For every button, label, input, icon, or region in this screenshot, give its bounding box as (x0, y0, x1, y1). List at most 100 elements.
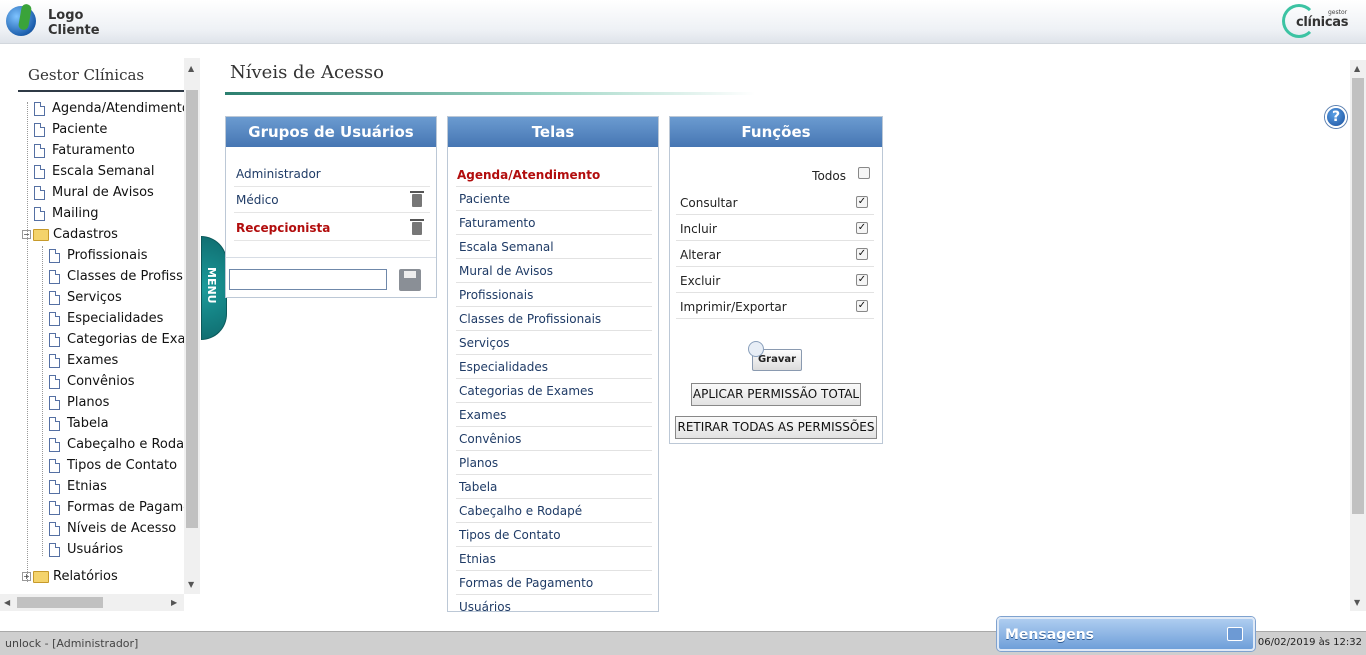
sidebar-item[interactable]: Serviços (49, 287, 122, 308)
function-row: Alterar ✓ (676, 241, 874, 267)
screen-row[interactable]: Profissionais (456, 283, 652, 307)
logo-line-2: Cliente (48, 23, 100, 38)
sidebar-item[interactable]: Convênios (49, 371, 135, 392)
screen-row[interactable]: Mural de Avisos (456, 259, 652, 283)
sidebar-item-label: Tabela (67, 416, 109, 431)
group-row[interactable]: Recepcionista (234, 217, 430, 241)
page-title: Níveis de Acesso (230, 62, 384, 83)
sidebar-item[interactable]: Profissionais (49, 245, 148, 266)
screens-header: Telas (448, 117, 658, 147)
function-checkbox[interactable]: ✓ (856, 248, 868, 260)
save-disk-icon[interactable] (399, 269, 421, 291)
screen-row[interactable]: Escala Semanal (456, 235, 652, 259)
sidebar-item-label: Tipos de Contato (67, 458, 178, 473)
sidebar-item[interactable]: − Cadastros (22, 224, 118, 245)
sidebar-item[interactable]: Especialidades (49, 308, 163, 329)
messages-widget[interactable]: Mensagens (997, 617, 1255, 651)
sidebar-item[interactable]: Faturamento (34, 140, 135, 161)
divider (226, 257, 436, 258)
sidebar-item-label: Agenda/Atendimento (52, 101, 184, 116)
document-icon (34, 185, 45, 200)
trash-icon[interactable] (410, 191, 424, 207)
document-icon (49, 416, 60, 431)
screen-row[interactable]: Tipos de Contato (456, 523, 652, 547)
screen-row[interactable]: Cabeçalho e Rodapé (456, 499, 652, 523)
screen-row[interactable]: Planos (456, 451, 652, 475)
sidebar-item[interactable]: Paciente (34, 119, 107, 140)
document-icon (49, 395, 60, 410)
screen-row[interactable]: Categorias de Exames (456, 379, 652, 403)
trash-icon[interactable] (410, 219, 424, 235)
sidebar-horizontal-scroll-thumb[interactable] (17, 597, 103, 608)
document-icon (34, 143, 45, 158)
sidebar-item-label: Paciente (52, 122, 108, 137)
screen-row[interactable]: Tabela (456, 475, 652, 499)
sidebar-item[interactable]: Exames (49, 350, 118, 371)
screen-row[interactable]: Convênios (456, 427, 652, 451)
apply-full-permission-button[interactable]: APLICAR PERMISSÃO TOTAL (691, 383, 861, 406)
document-icon (49, 269, 60, 284)
sidebar-item[interactable]: Tipos de Contato (49, 455, 177, 476)
restore-window-icon[interactable] (1227, 627, 1243, 641)
sidebar-item[interactable]: Agenda/Atendimento (34, 98, 184, 119)
sidebar-vertical-scroll-thumb[interactable] (186, 90, 198, 528)
document-icon (49, 311, 60, 326)
remove-all-permissions-button[interactable]: RETIRAR TODAS AS PERMISSÕES (675, 416, 877, 439)
sidebar-item[interactable]: + Relatórios (22, 566, 118, 587)
function-checkbox[interactable]: ✓ (856, 274, 868, 286)
main-vertical-scroll-thumb[interactable] (1352, 78, 1364, 514)
screen-row[interactable]: Etnias (456, 547, 652, 571)
sidebar-item[interactable]: Planos (49, 392, 109, 413)
document-icon (34, 164, 45, 179)
screen-row[interactable]: Especialidades (456, 355, 652, 379)
sidebar: Gestor Clínicas Agenda/Atendimento Pacien… (0, 58, 200, 611)
screen-row[interactable]: Agenda/Atendimento (456, 163, 652, 187)
sidebar-item[interactable]: Tabela (49, 413, 109, 434)
screen-row[interactable]: Exames (456, 403, 652, 427)
sidebar-item[interactable]: Usuários (49, 539, 123, 560)
sidebar-item[interactable]: Mural de Avisos (34, 182, 154, 203)
function-checkbox[interactable]: ✓ (856, 196, 868, 208)
screen-row[interactable]: Usuários (456, 595, 652, 611)
scroll-right-icon[interactable]: ▶ (171, 598, 177, 608)
new-group-input[interactable] (229, 269, 387, 290)
title-underline (225, 92, 755, 95)
screen-row[interactable]: Classes de Profissionais (456, 307, 652, 331)
help-icon[interactable]: ? (1325, 106, 1347, 128)
sidebar-item[interactable]: Cabeçalho e Rodap (49, 434, 184, 455)
scroll-down-icon[interactable]: ▼ (188, 580, 194, 590)
sidebar-item[interactable]: Classes de Profissio (49, 266, 184, 287)
sidebar-item-label: Classes de Profissio (67, 269, 184, 284)
sidebar-item[interactable]: Etnias (49, 476, 107, 497)
group-row[interactable]: Administrador (234, 163, 430, 187)
menu-toggle-tab[interactable]: MENU (201, 236, 227, 340)
screen-row[interactable]: Faturamento (456, 211, 652, 235)
group-label: Administrador (236, 167, 321, 181)
function-checkbox[interactable]: ✓ (856, 222, 868, 234)
sidebar-item[interactable]: Categorias de Exam (49, 329, 184, 350)
scroll-left-icon[interactable]: ◀ (4, 598, 10, 608)
screen-row[interactable]: Serviços (456, 331, 652, 355)
group-row[interactable]: Médico (234, 189, 430, 213)
function-row: Excluir ✓ (676, 267, 874, 293)
main-scroll-down-icon[interactable]: ▼ (1354, 598, 1360, 608)
document-icon (49, 500, 60, 515)
function-checkbox[interactable]: ✓ (856, 300, 868, 312)
document-icon (49, 458, 60, 473)
sidebar-item[interactable]: Escala Semanal (34, 161, 155, 182)
menu-tree: Agenda/Atendimento Paciente Faturamento Esc… (0, 98, 184, 594)
sidebar-item-label: Cabeçalho e Rodap (67, 437, 184, 452)
function-row: Consultar ✓ (676, 189, 874, 215)
sidebar-item-label: Usuários (67, 542, 124, 557)
status-datetime: n: 06/02/2019 às 12:32 (1244, 637, 1362, 648)
screen-row[interactable]: Formas de Pagamento (456, 571, 652, 595)
scroll-up-icon[interactable]: ▲ (188, 64, 194, 74)
main-scroll-up-icon[interactable]: ▲ (1354, 64, 1360, 74)
document-icon (34, 206, 45, 221)
sidebar-item[interactable]: Mailing (34, 203, 99, 224)
select-all-checkbox[interactable] (858, 167, 870, 179)
screen-row[interactable]: Paciente (456, 187, 652, 211)
sidebar-item[interactable]: Formas de Pagame (49, 497, 184, 518)
sidebar-item[interactable]: Níveis de Acesso (49, 518, 176, 539)
sidebar-item-label: Cadastros (53, 227, 118, 242)
